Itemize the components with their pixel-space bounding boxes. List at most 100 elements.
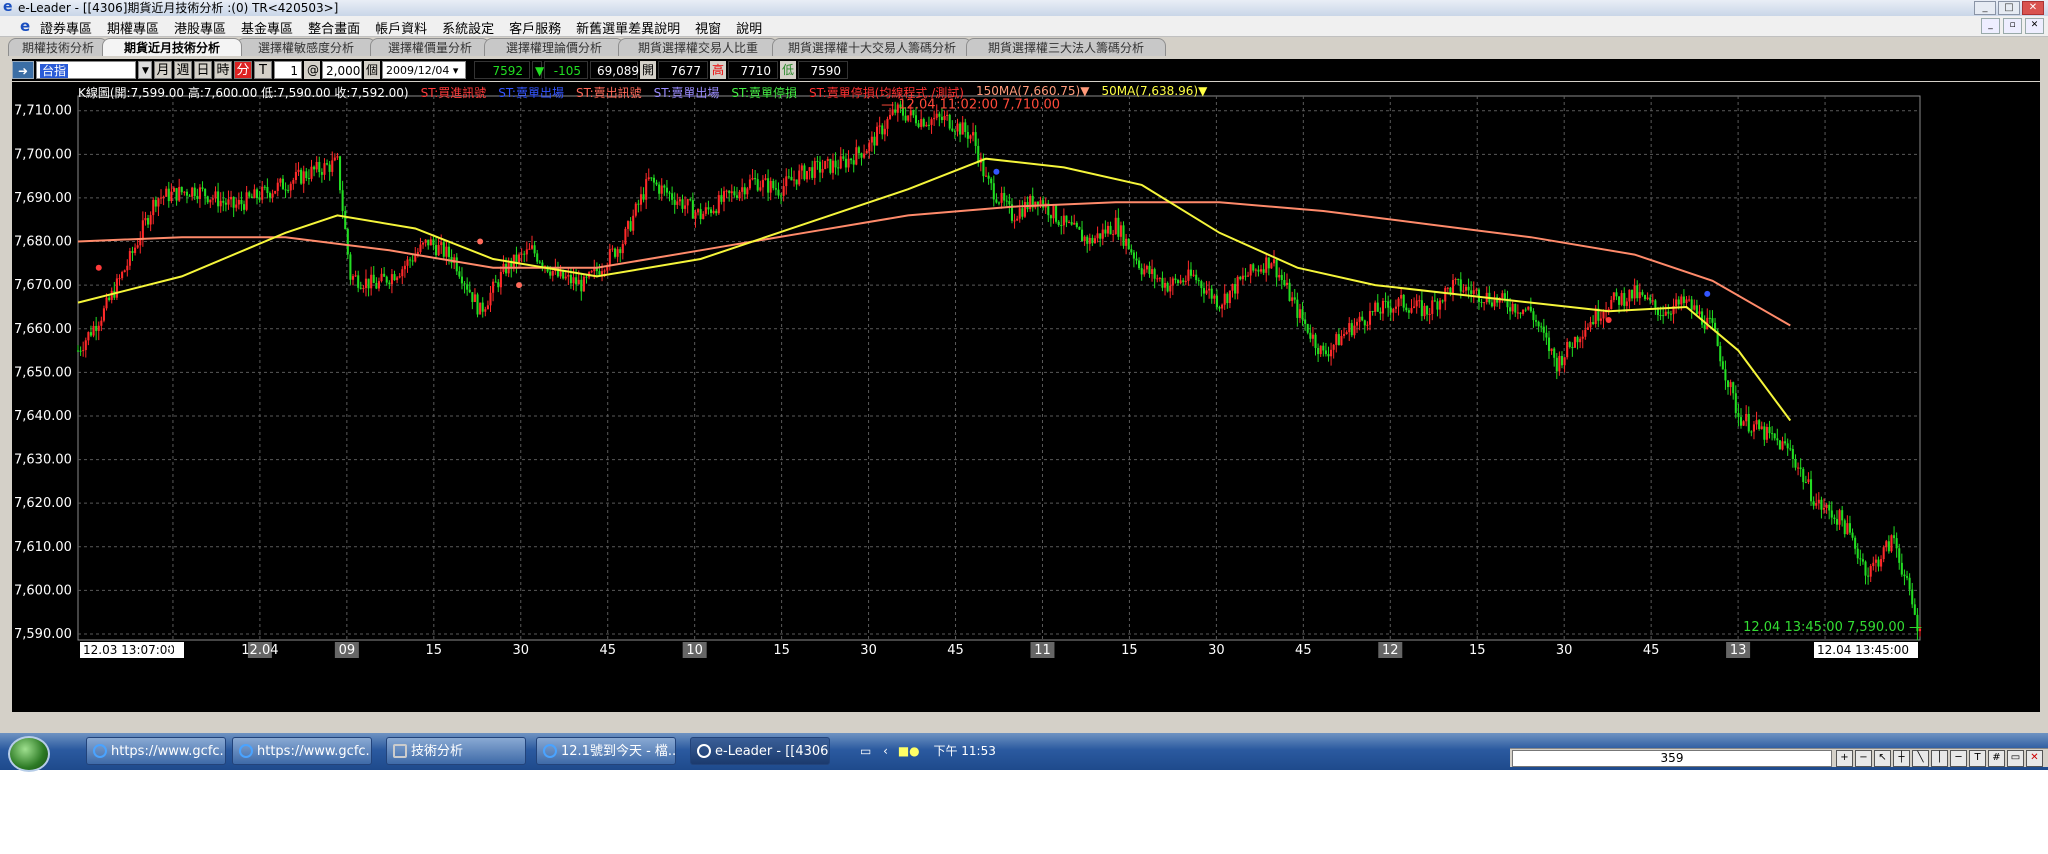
- zoom-in-button[interactable]: +: [1836, 750, 1853, 767]
- menu-item-6[interactable]: 系統設定: [442, 18, 494, 37]
- tray-apps-icon[interactable]: ■●: [898, 744, 920, 758]
- menu-item-8[interactable]: 新舊選單差異說明: [576, 18, 680, 37]
- candle-body: [1239, 276, 1242, 280]
- vline-tool-icon[interactable]: │: [1931, 750, 1948, 767]
- interval-input[interactable]: 1: [274, 61, 302, 79]
- candle-body: [1420, 300, 1423, 317]
- period-tick-button[interactable]: T: [254, 61, 272, 79]
- tab-7[interactable]: 期貨選擇權三大法人籌碼分析: [966, 38, 1166, 56]
- candle-body: [663, 185, 666, 188]
- menu-item-7[interactable]: 客戶服務: [509, 18, 561, 37]
- candle-body: [1721, 361, 1724, 370]
- menu-item-5[interactable]: 帳戶資料: [375, 18, 427, 37]
- taskbar-button-browser-1[interactable]: https://www.gcfc...: [86, 737, 226, 765]
- candle-body: [1690, 299, 1693, 310]
- text-tool-icon[interactable]: T: [1969, 750, 1986, 767]
- hline-tool-icon[interactable]: ─: [1950, 750, 1967, 767]
- close-button[interactable]: ✕: [2022, 1, 2044, 15]
- chart-scrollbar[interactable]: 359: [1512, 750, 1832, 767]
- candle-body: [385, 276, 388, 283]
- tab-5[interactable]: 期貨選擇權交易人比重: [618, 38, 778, 56]
- candle-body: [787, 176, 790, 178]
- symbol-dropdown-arrow[interactable]: ▼: [138, 61, 152, 79]
- candle-body: [598, 271, 601, 275]
- candlestick-chart[interactable]: 7,710.00 7,700.00 7,690.00 7,680.00 7,670.00…: [12, 82, 2040, 712]
- candle-body: [388, 282, 391, 285]
- window-tool-icon[interactable]: ▭: [2007, 750, 2024, 767]
- menu-item-2[interactable]: 港股專區: [174, 18, 226, 37]
- candle-body: [1200, 281, 1203, 289]
- go-arrow-icon[interactable]: ➜: [12, 61, 34, 79]
- tab-6[interactable]: 期貨選擇權十大交易人籌碼分析: [772, 38, 972, 56]
- date-select[interactable]: 2009/12/04 ▾: [382, 61, 467, 79]
- candle-body: [1848, 523, 1851, 533]
- tray-expand-icon[interactable]: ‹: [883, 744, 888, 758]
- candle-body: [541, 262, 544, 267]
- menu-item-9[interactable]: 視窗: [695, 18, 721, 37]
- candle-body: [320, 172, 323, 175]
- menu-item-3[interactable]: 基金專區: [241, 18, 293, 37]
- start-button-icon[interactable]: [8, 736, 50, 772]
- grid-tool-icon[interactable]: #: [1988, 750, 2005, 767]
- candle-body: [870, 136, 873, 143]
- candle-body: [1475, 289, 1478, 291]
- tab-1[interactable]: 期貨近月技術分析: [102, 38, 242, 56]
- crosshair-tool-icon[interactable]: ┼: [1893, 750, 1910, 767]
- candle-body: [499, 271, 502, 288]
- candle-body: [1433, 300, 1436, 302]
- taskbar-button-technical[interactable]: 技術分析: [386, 737, 526, 765]
- menu-item-10[interactable]: 說明: [736, 18, 762, 37]
- period-month-button[interactable]: 月: [154, 61, 172, 79]
- candle-body: [211, 198, 214, 200]
- candle-body: [1431, 300, 1434, 314]
- candle-body: [997, 202, 1001, 204]
- period-day-button[interactable]: 日: [194, 61, 212, 79]
- candle-body: [1101, 229, 1104, 239]
- quote-down-arrow-icon: ▼: [532, 61, 544, 79]
- candle-body: [881, 125, 884, 135]
- chart-canvas[interactable]: 7,710.00 7,700.00 7,690.00 7,680.00 7,670.00…: [12, 82, 2040, 712]
- tab-2[interactable]: 選擇權敏感度分析: [236, 38, 376, 56]
- menu-item-0[interactable]: 證券專區: [40, 18, 92, 37]
- chart-toolbar: ➜ 台指 ▼ 月 週 日 時 分 T 1 @ 2,000 個 2009/12/0…: [12, 59, 2040, 81]
- symbol-select[interactable]: 台指: [36, 61, 136, 79]
- tab-0[interactable]: 期權技術分析: [8, 38, 108, 56]
- candle-body: [1202, 288, 1205, 294]
- tab-4[interactable]: 選擇權理論價分析: [484, 38, 624, 56]
- period-minute-button[interactable]: 分: [234, 61, 252, 79]
- minimize-button[interactable]: _: [1974, 1, 1996, 15]
- maximize-button[interactable]: □: [1998, 1, 2020, 15]
- taskbar-button-eleader[interactable]: e-Leader - [[4306...: [690, 737, 830, 765]
- candle-body: [455, 257, 458, 272]
- period-week-button[interactable]: 週: [174, 61, 192, 79]
- period-hour-button[interactable]: 時: [214, 61, 232, 79]
- taskbar-button-browser-3[interactable]: 12.1號到今天 - 檔...: [536, 737, 676, 765]
- candle-body: [97, 325, 100, 331]
- keyboard-icon[interactable]: ▭: [860, 744, 871, 758]
- zoom-out-button[interactable]: −: [1855, 750, 1872, 767]
- candle-body: [440, 242, 443, 246]
- bars-count-input[interactable]: 2,000: [322, 61, 362, 79]
- mdi-close-button[interactable]: ✕: [2025, 18, 2044, 34]
- candle-body: [972, 132, 975, 136]
- mdi-minimize-button[interactable]: _: [1981, 18, 2000, 34]
- pointer-tool-icon[interactable]: ↖: [1874, 750, 1891, 767]
- menu-item-1[interactable]: 期權專區: [107, 18, 159, 37]
- candle-body: [1065, 215, 1068, 223]
- tab-3[interactable]: 選擇權價量分析: [370, 38, 490, 56]
- candle-body: [1179, 280, 1182, 284]
- menu-item-4[interactable]: 整合畫面: [308, 18, 360, 37]
- x-tick-label: 12.04: [241, 643, 278, 658]
- candle-body: [476, 294, 479, 315]
- line-tool-icon[interactable]: ╲: [1912, 750, 1929, 767]
- candle-body: [434, 245, 438, 256]
- candle-body: [735, 195, 739, 198]
- candle-body: [310, 166, 313, 179]
- candle-body: [1358, 316, 1361, 322]
- close-chart-icon[interactable]: ✕: [2026, 750, 2043, 767]
- mdi-restore-button[interactable]: ▫: [2003, 18, 2022, 34]
- candle-body: [860, 153, 863, 158]
- candle-body: [1799, 467, 1802, 469]
- taskbar-button-browser-2[interactable]: https://www.gcfc...: [232, 737, 372, 765]
- candle-body: [1477, 289, 1480, 302]
